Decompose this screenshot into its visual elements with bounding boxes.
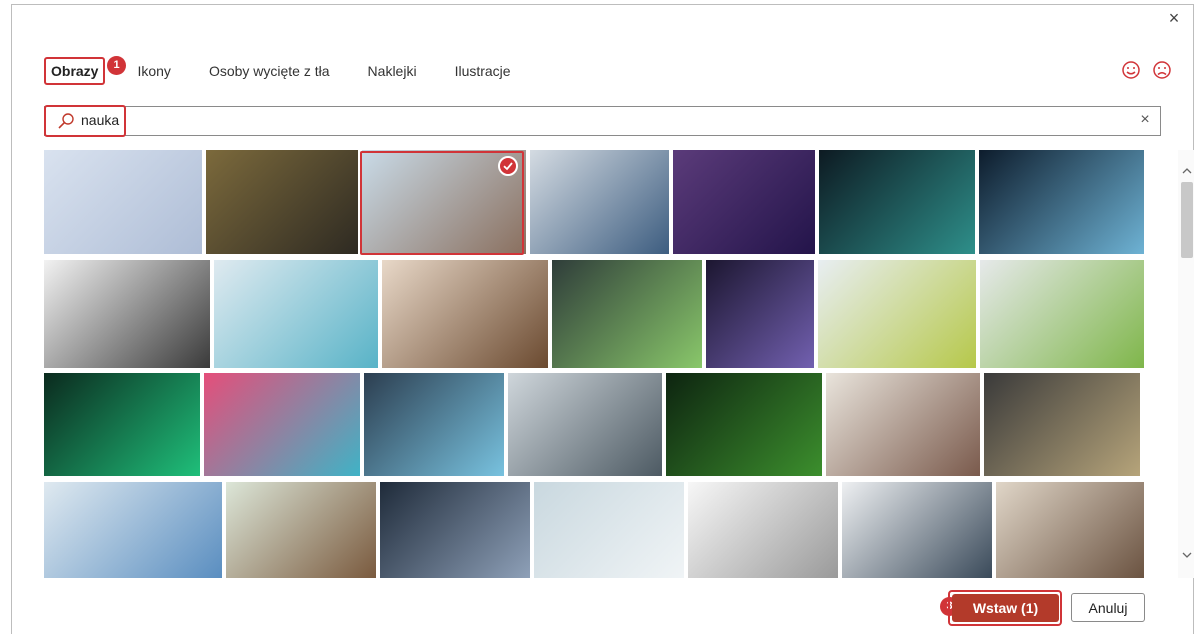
chevron-up-icon[interactable] <box>1180 164 1194 178</box>
image-thumbnail[interactable] <box>818 260 976 368</box>
chevron-down-icon[interactable] <box>1180 548 1194 562</box>
image-thumbnail[interactable] <box>819 150 975 254</box>
search-field[interactable] <box>44 106 1161 136</box>
image-thumbnail[interactable] <box>204 373 360 476</box>
close-icon[interactable]: × <box>1164 8 1184 28</box>
search-input[interactable]: nauka <box>81 112 119 128</box>
image-thumbnail[interactable] <box>673 150 815 254</box>
image-results-grid <box>44 150 1144 578</box>
image-thumbnail[interactable] <box>826 373 980 476</box>
image-thumbnail[interactable] <box>44 482 222 578</box>
search-icon <box>58 113 74 129</box>
image-thumbnail[interactable] <box>530 150 669 254</box>
image-thumbnail[interactable] <box>508 373 662 476</box>
step-badge-1: 1 <box>107 56 126 75</box>
image-thumbnail[interactable] <box>996 482 1144 578</box>
tab-cutout-people[interactable]: Osoby wycięte z tła <box>203 59 336 83</box>
tab-images[interactable]: Obrazy <box>44 57 106 85</box>
image-thumbnail[interactable] <box>666 373 822 476</box>
frown-icon[interactable] <box>1152 60 1172 80</box>
clear-search-icon[interactable]: × <box>1136 111 1154 129</box>
image-thumbnail[interactable] <box>842 482 992 578</box>
image-thumbnail[interactable] <box>44 373 200 476</box>
image-thumbnail[interactable] <box>44 260 210 368</box>
image-thumbnail[interactable] <box>688 482 838 578</box>
scrollbar-thumb[interactable] <box>1181 182 1193 258</box>
image-thumbnail[interactable] <box>552 260 702 368</box>
tab-illustrations[interactable]: Ilustracje <box>449 59 517 83</box>
tab-stickers[interactable]: Naklejki <box>362 59 423 83</box>
smile-icon[interactable] <box>1121 60 1141 80</box>
image-thumbnail[interactable] <box>206 150 358 254</box>
image-thumbnail[interactable] <box>364 373 504 476</box>
image-thumbnail[interactable] <box>382 260 548 368</box>
image-thumbnail[interactable] <box>214 260 378 368</box>
image-thumbnail[interactable] <box>44 150 202 254</box>
image-thumbnail[interactable] <box>226 482 376 578</box>
image-thumbnail[interactable] <box>979 150 1144 254</box>
tab-icons[interactable]: Ikony <box>131 59 176 83</box>
image-thumbnail[interactable] <box>380 482 530 578</box>
checkmark-icon[interactable] <box>498 156 518 176</box>
image-thumbnail[interactable] <box>706 260 814 368</box>
image-thumbnail[interactable] <box>980 260 1144 368</box>
image-thumbnail[interactable] <box>984 373 1140 476</box>
image-thumbnail[interactable] <box>534 482 684 578</box>
cancel-button[interactable]: Anuluj <box>1071 593 1145 622</box>
insert-button[interactable]: Wstaw (1) <box>952 594 1059 622</box>
